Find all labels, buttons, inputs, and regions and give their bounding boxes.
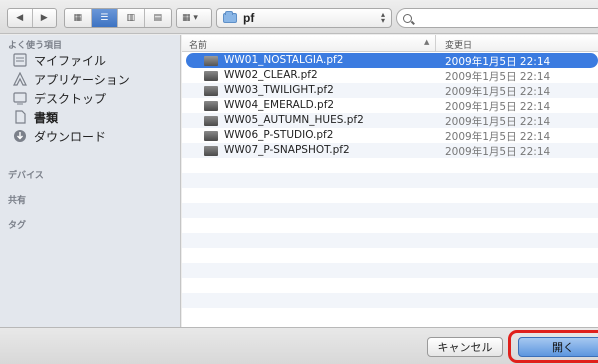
empty-row <box>182 233 598 248</box>
sidebar-item-label: アプリケーション <box>34 72 130 87</box>
empty-row <box>182 248 598 263</box>
file-date: 2009年1月5日 22:14 <box>445 116 551 128</box>
file-icon <box>204 101 218 111</box>
arrange-grid-icon: ▦ ▾ <box>182 13 198 23</box>
file-row[interactable]: WW02_CLEAR.pf2 2009年1月5日 22:14 <box>182 68 598 83</box>
file-icon <box>204 131 218 141</box>
file-name: WW02_CLEAR.pf2 <box>224 69 318 81</box>
file-row[interactable]: WW03_TWILIGHT.pf2 2009年1月5日 22:14 <box>182 83 598 98</box>
file-name: WW01_NOSTALGIA.pf2 <box>224 54 344 66</box>
file-name: WW06_P-STUDIO.pf2 <box>224 129 334 141</box>
file-name: WW05_AUTUMN_HUES.pf2 <box>224 114 364 126</box>
file-rows: WW01_NOSTALGIA.pf2 2009年1月5日 22:14 WW02_… <box>182 53 598 323</box>
documents-icon <box>12 109 28 125</box>
view-mode-selector: ▦ ☰ ▥ ▤ <box>64 8 172 28</box>
column-header: 名前 ▲ 変更日 <box>182 35 598 52</box>
popup-arrows-icon: ▴ ▾ <box>380 10 385 25</box>
back-arrow-icon[interactable]: ◀ <box>8 9 33 27</box>
empty-row <box>182 173 598 188</box>
file-date: 2009年1月5日 22:14 <box>445 71 551 83</box>
file-date: 2009年1月5日 22:14 <box>445 56 551 68</box>
empty-row <box>182 188 598 203</box>
search-icon <box>403 13 412 23</box>
file-name: WW07_P-SNAPSHOT.pf2 <box>224 144 350 156</box>
path-popup[interactable]: pf ▴ ▾ <box>216 8 392 28</box>
file-date: 2009年1月5日 22:14 <box>445 101 551 113</box>
toolbar: ◀ ▶ ▦ ☰ ▥ ▤ ▦ ▾ pf ▴ ▾ <box>0 0 598 34</box>
annotation-highlight <box>508 330 598 363</box>
sidebar-item-label: 書類 <box>34 110 59 125</box>
desktop-icon <box>12 90 28 106</box>
file-name: WW04_EMERALD.pf2 <box>224 99 335 111</box>
list-view-icon: ☰ <box>100 13 109 23</box>
column-divider[interactable] <box>435 35 436 52</box>
sidebar-item-label: デスクトップ <box>34 91 107 106</box>
column-header-date[interactable]: 変更日 <box>445 38 472 51</box>
file-date: 2009年1月5日 22:14 <box>445 146 551 158</box>
file-row[interactable]: WW04_EMERALD.pf2 2009年1月5日 22:14 <box>182 98 598 113</box>
sort-ascending-icon: ▲ <box>424 38 430 46</box>
file-icon <box>204 56 218 66</box>
file-list: 名前 ▲ 変更日 WW01_NOSTALGIA.pf2 2009年1月5日 22… <box>182 35 598 327</box>
file-name: WW03_TWILIGHT.pf2 <box>224 84 334 96</box>
sidebar-item-downloads[interactable]: ダウンロード <box>12 127 106 145</box>
dialog-footer: キャンセル 開く <box>0 327 598 364</box>
sidebar-section-devices[interactable]: デバイス <box>8 168 44 181</box>
file-icon <box>204 86 218 96</box>
file-icon <box>204 71 218 81</box>
file-row[interactable]: WW01_NOSTALGIA.pf2 2009年1月5日 22:14 <box>186 53 598 68</box>
file-row[interactable]: WW05_AUTUMN_HUES.pf2 2009年1月5日 22:14 <box>182 113 598 128</box>
file-date: 2009年1月5日 22:14 <box>445 131 551 143</box>
file-date: 2009年1月5日 22:14 <box>445 86 551 98</box>
empty-row <box>182 308 598 323</box>
icon-view-icon: ▦ <box>73 13 82 23</box>
sidebar-section-shared[interactable]: 共有 <box>8 193 26 206</box>
sidebar-section-favorites: よく使う項目 <box>8 41 63 51</box>
empty-row <box>182 263 598 278</box>
column-view-icon: ▥ <box>126 13 135 23</box>
applications-icon <box>12 71 28 87</box>
sidebar: よく使う項目 マイファイル アプリケーション デスクトップ 書類 ダウンロード … <box>0 35 181 327</box>
sidebar-item-my-files[interactable]: マイファイル <box>12 51 106 69</box>
arrange-button[interactable]: ▦ ▾ <box>176 8 212 28</box>
empty-row <box>182 158 598 173</box>
sidebar-item-label: ダウンロード <box>34 129 107 144</box>
forward-arrow-icon[interactable]: ▶ <box>33 9 57 27</box>
current-folder-name: pf <box>243 11 255 25</box>
sidebar-item-desktop[interactable]: デスクトップ <box>12 89 106 107</box>
icon-view-button[interactable]: ▦ <box>65 9 92 27</box>
empty-row <box>182 203 598 218</box>
sidebar-item-documents[interactable]: 書類 <box>12 108 58 126</box>
folder-icon <box>223 11 237 23</box>
cancel-button[interactable]: キャンセル <box>427 337 503 357</box>
downloads-icon <box>12 128 28 144</box>
empty-row <box>182 293 598 308</box>
my-files-icon <box>12 52 28 68</box>
sidebar-item-applications[interactable]: アプリケーション <box>12 70 130 88</box>
column-view-button[interactable]: ▥ <box>118 9 145 27</box>
file-icon <box>204 146 218 156</box>
nav-buttons: ◀ ▶ <box>7 8 57 28</box>
coverflow-view-button[interactable]: ▤ <box>145 9 171 27</box>
file-row[interactable]: WW07_P-SNAPSHOT.pf2 2009年1月5日 22:14 <box>182 143 598 158</box>
list-view-button[interactable]: ☰ <box>91 9 118 27</box>
column-header-name[interactable]: 名前 <box>189 38 207 51</box>
file-row[interactable]: WW06_P-STUDIO.pf2 2009年1月5日 22:14 <box>182 128 598 143</box>
sidebar-item-label: マイファイル <box>34 53 107 68</box>
empty-row <box>182 218 598 233</box>
empty-row <box>182 278 598 293</box>
sidebar-section-tags[interactable]: タグ <box>8 218 26 231</box>
coverflow-view-icon: ▤ <box>153 13 162 23</box>
search-field[interactable] <box>396 8 598 28</box>
file-icon <box>204 116 218 126</box>
